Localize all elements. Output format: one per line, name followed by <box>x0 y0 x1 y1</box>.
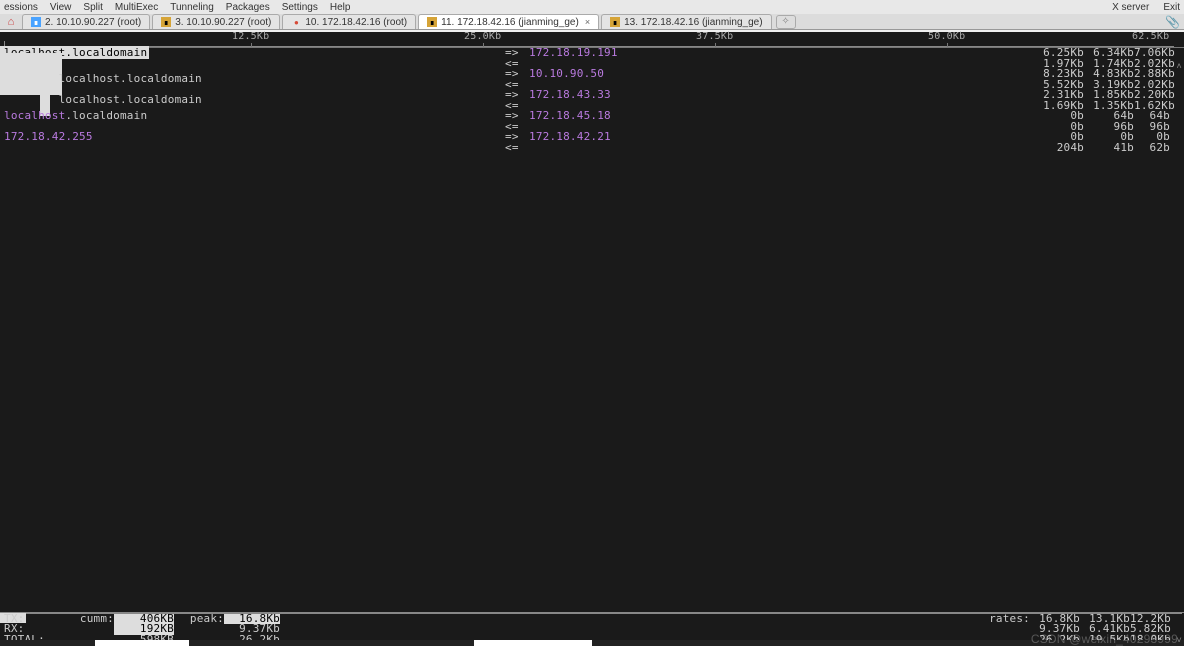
scale-tick-label: 37.5Kb <box>696 31 733 42</box>
terminal-icon: ∎ <box>427 17 437 27</box>
tab-label: 13. 172.18.42.16 (jianming_ge) <box>624 17 762 28</box>
tab-label: 10. 172.18.42.16 (root) <box>305 17 407 28</box>
terminal-icon: ∎ <box>161 17 171 27</box>
home-icon[interactable]: ⌂ <box>2 15 20 29</box>
menu-split[interactable]: Split <box>83 2 102 13</box>
menu-exit[interactable]: Exit <box>1163 2 1180 13</box>
tab-label: 2. 10.10.90.227 (root) <box>45 17 141 28</box>
traffic-dst: 172.18.43.33 <box>529 90 1034 101</box>
scale-tick-label: 25.0Kb <box>464 31 501 42</box>
menu-bar: essions View Split MultiExec Tunneling P… <box>0 0 1184 14</box>
footer-tx-row: TX: cumm: 406KB peak: 16.8Kb rates: 16.8… <box>4 614 1180 625</box>
tab-11[interactable]: ∎ 11. 172.18.42.16 (jianming_ge) × <box>418 14 599 29</box>
terminal-area[interactable]: ˄ 12.5Kb 25.0Kb 37.5Kb 50.0Kb 62.5Kb loc… <box>0 32 1184 646</box>
traffic-row: localhost.localdomain => 172.18.45.18 0b… <box>0 111 1184 122</box>
rate-10s: 41b <box>1084 143 1134 154</box>
traffic-row: localhost.localdomain => 172.18.43.33 2.… <box>0 90 1184 101</box>
traffic-dst: 172.18.42.21 <box>529 132 1034 143</box>
scale-tick-label: 50.0Kb <box>928 31 965 42</box>
traffic-src: localhost.localdomain <box>0 111 505 122</box>
terminal-icon: ∎ <box>31 17 41 27</box>
traffic-src: 172.18.42.255 <box>0 132 505 143</box>
menu-tunneling[interactable]: Tunneling <box>170 2 214 13</box>
scale-tick-label: 12.5Kb <box>232 31 269 42</box>
paperclip-icon[interactable]: 📎 <box>1165 15 1180 29</box>
horizontal-scrollbar[interactable] <box>0 640 1184 646</box>
rate-2s: 204b <box>1034 143 1084 154</box>
rates-label: rates: <box>970 614 1030 625</box>
traffic-dst: 172.18.45.18 <box>529 111 1034 122</box>
terminal-icon: ● <box>291 17 301 27</box>
tab-13[interactable]: ∎ 13. 172.18.42.16 (jianming_ge) <box>601 14 771 29</box>
traffic-row: <= 204b 41b 62b <box>0 143 1184 154</box>
new-tab-button[interactable]: ✧ <box>776 15 796 29</box>
tab-2[interactable]: ∎ 2. 10.10.90.227 (root) <box>22 14 150 29</box>
menu-view[interactable]: View <box>50 2 72 13</box>
menu-xserver[interactable]: X server <box>1112 2 1149 13</box>
tx-label: TX: <box>4 614 64 625</box>
menu-sessions[interactable]: essions <box>4 2 38 13</box>
arrow-in-icon: <= <box>505 143 529 154</box>
cum-label: cumm: <box>64 614 114 625</box>
tab-label: 11. 172.18.42.16 (jianming_ge) <box>441 17 579 28</box>
tab-10[interactable]: ● 10. 172.18.42.16 (root) <box>282 14 416 29</box>
iftop-traffic-list: localhost.localdomain => 172.18.19.191 6… <box>0 48 1184 153</box>
scale-tick-label: 62.5Kb <box>1132 31 1169 42</box>
menu-help[interactable]: Help <box>330 2 351 13</box>
menu-multiexec[interactable]: MultiExec <box>115 2 158 13</box>
tab-bar: ⌂ ∎ 2. 10.10.90.227 (root) ∎ 3. 10.10.90… <box>0 14 1184 30</box>
rate-40s: 62b <box>1134 143 1184 154</box>
tab-3[interactable]: ∎ 3. 10.10.90.227 (root) <box>152 14 280 29</box>
terminal-icon: ∎ <box>610 17 620 27</box>
footer-rx-row: RX: 192KB 9.37Kb 9.37Kb 6.41Kb 5.82Kb <box>4 624 1180 635</box>
traffic-src: localhost.localdomain <box>59 93 202 106</box>
tab-label: 3. 10.10.90.227 (root) <box>175 17 271 28</box>
iftop-footer: TX: cumm: 406KB peak: 16.8Kb rates: 16.8… <box>0 612 1184 646</box>
traffic-dst: 172.18.19.191 <box>529 48 1034 59</box>
scroll-down-icon[interactable]: ˅ <box>1176 636 1182 646</box>
menu-settings[interactable]: Settings <box>282 2 318 13</box>
menu-packages[interactable]: Packages <box>226 2 270 13</box>
close-icon[interactable]: × <box>585 17 590 27</box>
traffic-row: 172.18.42.255 => 172.18.42.21 0b 0b 0b <box>0 132 1184 143</box>
peak-label: peak: <box>174 614 224 625</box>
traffic-dst: 10.10.90.50 <box>529 69 1034 80</box>
